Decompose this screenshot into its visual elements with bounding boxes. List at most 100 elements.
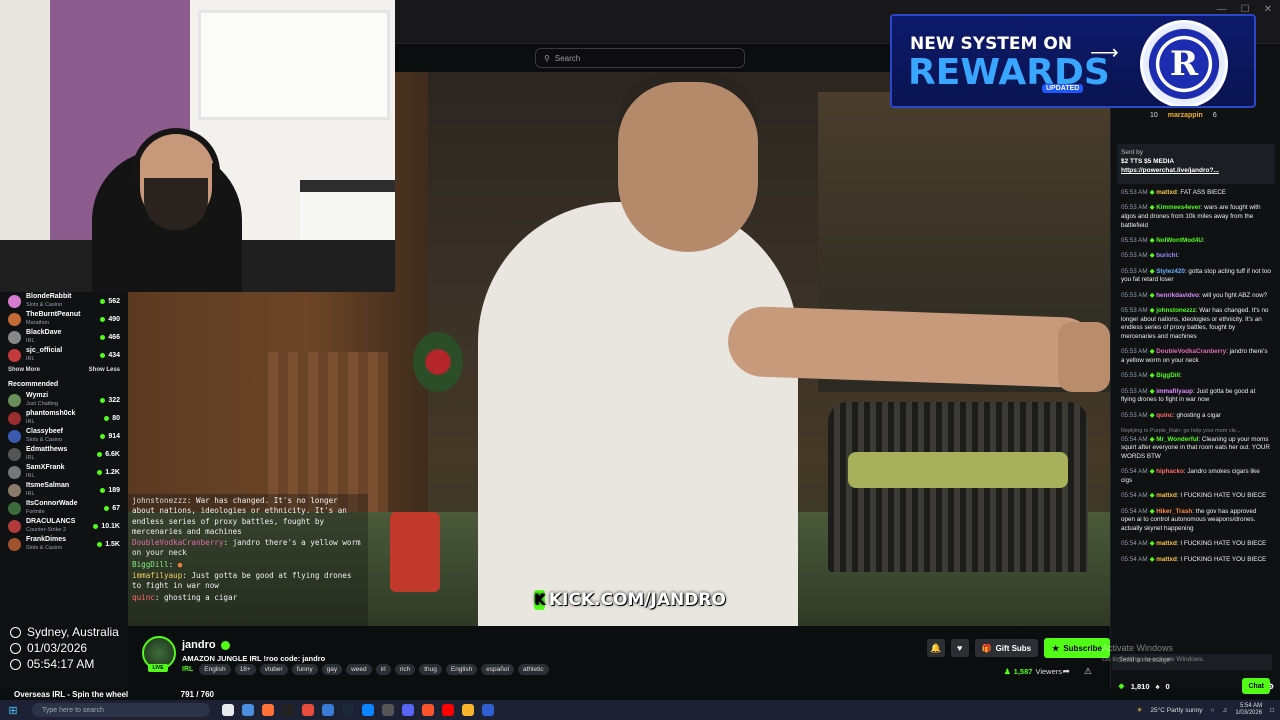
message-text: : — [1202, 236, 1205, 244]
show-more-button[interactable]: Show More — [8, 367, 40, 373]
chat-message: 05:53 AM ◆ Stylez420: gotta stop acting t… — [1121, 268, 1271, 285]
sidebar-channel-item[interactable]: SamXFrank IRL 1.2K — [0, 463, 128, 481]
channel-name[interactable]: jandro — [182, 639, 216, 651]
gift-subs-button[interactable]: 🎁 Gift Subs — [974, 639, 1039, 657]
network-icon[interactable]: ○ — [1211, 707, 1215, 714]
message-username[interactable]: quinc — [1156, 412, 1173, 419]
message-timestamp: 05:53 AM — [1121, 372, 1148, 380]
pinned-link[interactable]: https://powerchat.live/jandro?... — [1121, 166, 1271, 175]
stream-tag[interactable]: irl — [375, 664, 391, 675]
taskbar-clock[interactable]: 5:54 AM 1/03/2026 — [1235, 703, 1262, 717]
obs-icon[interactable] — [282, 704, 294, 716]
message-username[interactable]: mattxd — [1156, 540, 1177, 547]
firefox-icon[interactable] — [262, 704, 274, 716]
rewards-line1: NEW SYSTEM ON — [910, 34, 1073, 54]
discord-icon[interactable] — [402, 704, 414, 716]
message-username[interactable]: immafilyaup — [1156, 388, 1193, 395]
stream-tag[interactable]: English — [199, 664, 231, 675]
show-less-button[interactable]: Show Less — [89, 367, 120, 373]
sidebar-channel-item[interactable]: Edmatthews IRL 6.6K — [0, 445, 128, 463]
stream-tag[interactable]: athletic — [517, 664, 549, 675]
chat-message: 05:53 AM ◆ Kimmees4ever: wars are fought … — [1121, 204, 1271, 230]
channel-name: Classybeef — [26, 428, 63, 435]
stream-tag[interactable]: gay — [321, 664, 343, 675]
message-username[interactable]: NoIWontMod4U — [1156, 237, 1203, 244]
report-icon[interactable]: ⚠ — [1084, 666, 1092, 677]
message-username[interactable]: mattxd — [1156, 492, 1177, 499]
sidebar-channel-item[interactable]: TheBurntPeanut Marathon 490 — [0, 310, 128, 328]
viewer-count: 322 — [100, 397, 120, 404]
edge-icon[interactable] — [362, 704, 374, 716]
message-username[interactable]: mattxd — [1156, 556, 1177, 563]
taskbar-apps — [222, 704, 494, 716]
sidebar-channel-item[interactable]: Classybeef Slots & Casino 914 — [0, 427, 128, 445]
chat-send-button[interactable]: Chat — [1242, 678, 1270, 694]
subscribe-button[interactable]: ★ Subscribe — [1044, 638, 1110, 658]
chat-message: 05:54 AM ◆ mattxd: I FUCKING HATE YOU BIE… — [1121, 556, 1271, 565]
brave-icon[interactable] — [422, 704, 434, 716]
app-icon[interactable] — [382, 704, 394, 716]
message-timestamp: 05:54 AM — [1121, 468, 1148, 476]
windows-start-icon[interactable]: ⊞ — [4, 701, 22, 719]
message-username[interactable]: DoubleVodkaCranberry — [1156, 348, 1226, 355]
stream-tag[interactable]: thug — [419, 664, 442, 675]
message-username[interactable]: Stylez420 — [1156, 268, 1185, 275]
message-text: : — [1180, 372, 1182, 380]
sidebar-channel-item[interactable]: sjc_official IRL 434 — [0, 346, 128, 364]
channel-category: Slots & Casino — [26, 437, 63, 443]
stream-category[interactable]: IRL — [182, 666, 193, 673]
stream-tag[interactable]: English — [445, 664, 478, 675]
notification-bell-button[interactable]: 🔔 — [926, 639, 945, 657]
app-icon[interactable] — [302, 704, 314, 716]
channel-name: BlackDave — [26, 329, 62, 336]
channel-name-row: jandro — [182, 639, 230, 651]
sidebar-channel-item[interactable]: ItsConnorWade Fortnite 67 — [0, 499, 128, 517]
sidebar-channel-item[interactable]: Wymzi Just Chatting 322 — [0, 391, 128, 409]
message-username[interactable]: hiphacko — [1156, 468, 1184, 475]
message-username[interactable]: Hiker_Trash — [1156, 508, 1192, 515]
share-icon[interactable]: ➦ — [1062, 666, 1070, 677]
sidebar-channel-item[interactable]: DRACULANCS Counter-Strike 2 10.1K — [0, 517, 128, 535]
viewers-icon: ♟ — [1003, 667, 1011, 676]
chrome-icon[interactable] — [222, 704, 234, 716]
stream-tag[interactable]: vtuber — [259, 664, 288, 675]
message-username[interactable]: burichi — [1156, 252, 1177, 259]
clock-icon — [10, 658, 21, 670]
channel-name: ItsConnorWade — [26, 500, 78, 507]
app-icon[interactable] — [442, 704, 454, 716]
search-input[interactable]: ⚲ Search — [535, 48, 745, 68]
notification-icon[interactable]: □ — [1270, 707, 1274, 714]
volume-icon[interactable]: ♫ — [1222, 707, 1227, 714]
stream-tag[interactable]: español — [481, 664, 514, 675]
app-icon[interactable] — [482, 704, 494, 716]
sidebar-channel-item[interactable]: FrankDimes Slots & Casino 1.5K — [0, 535, 128, 553]
app-icon[interactable] — [322, 704, 334, 716]
channel-category: Fortnite — [26, 509, 45, 515]
following-toggle: Show More Show Less — [0, 364, 128, 376]
sidebar-channel-item[interactable]: BlondeRabbit Slots & Casino 562 — [0, 292, 128, 310]
steam-icon[interactable] — [342, 704, 354, 716]
app-icon[interactable] — [242, 704, 254, 716]
message-username[interactable]: BiggDill — [1156, 372, 1180, 379]
sidebar-channel-item[interactable]: phantomsh0ck IRL 80 — [0, 409, 128, 427]
message-username[interactable]: mattxd — [1156, 189, 1177, 196]
stream-tag[interactable]: funny — [291, 664, 318, 675]
stream-tag[interactable]: rich — [394, 664, 416, 675]
sidebar-channel-item[interactable]: BlackDave IRL 466 — [0, 328, 128, 346]
windows-taskbar: ⊞ Type here to search ☀ 25°C Partly sunn… — [0, 700, 1280, 720]
taskbar-search-input[interactable]: Type here to search — [32, 703, 210, 717]
follow-heart-button[interactable]: ♥ — [950, 639, 969, 657]
pinned-message[interactable]: Sent by $2 TTS $5 MEDIA https://powercha… — [1117, 144, 1275, 184]
viewer-count-value: 914 — [108, 432, 120, 440]
sidebar-channel-item[interactable]: ItsmeSalman IRL 189 — [0, 481, 128, 499]
app-icon[interactable] — [462, 704, 474, 716]
message-username[interactable]: henrikdavidvo — [1156, 292, 1199, 299]
stream-tags: IRL English 18+ vtuber funny gay weed irl rich t… — [182, 664, 549, 675]
stream-tag[interactable]: 18+ — [234, 664, 256, 675]
message-username[interactable]: Mr_Wonderful — [1156, 436, 1198, 443]
message-username[interactable]: johnstonezzz — [1156, 307, 1196, 314]
stream-tag[interactable]: weed — [346, 664, 372, 675]
chat-message: 05:54 AM ◆ mattxd: I FUCKING HATE YOU BIE… — [1121, 492, 1271, 501]
close-icon[interactable]: ✕ — [1264, 4, 1272, 15]
message-username[interactable]: Kimmees4ever — [1156, 204, 1200, 211]
